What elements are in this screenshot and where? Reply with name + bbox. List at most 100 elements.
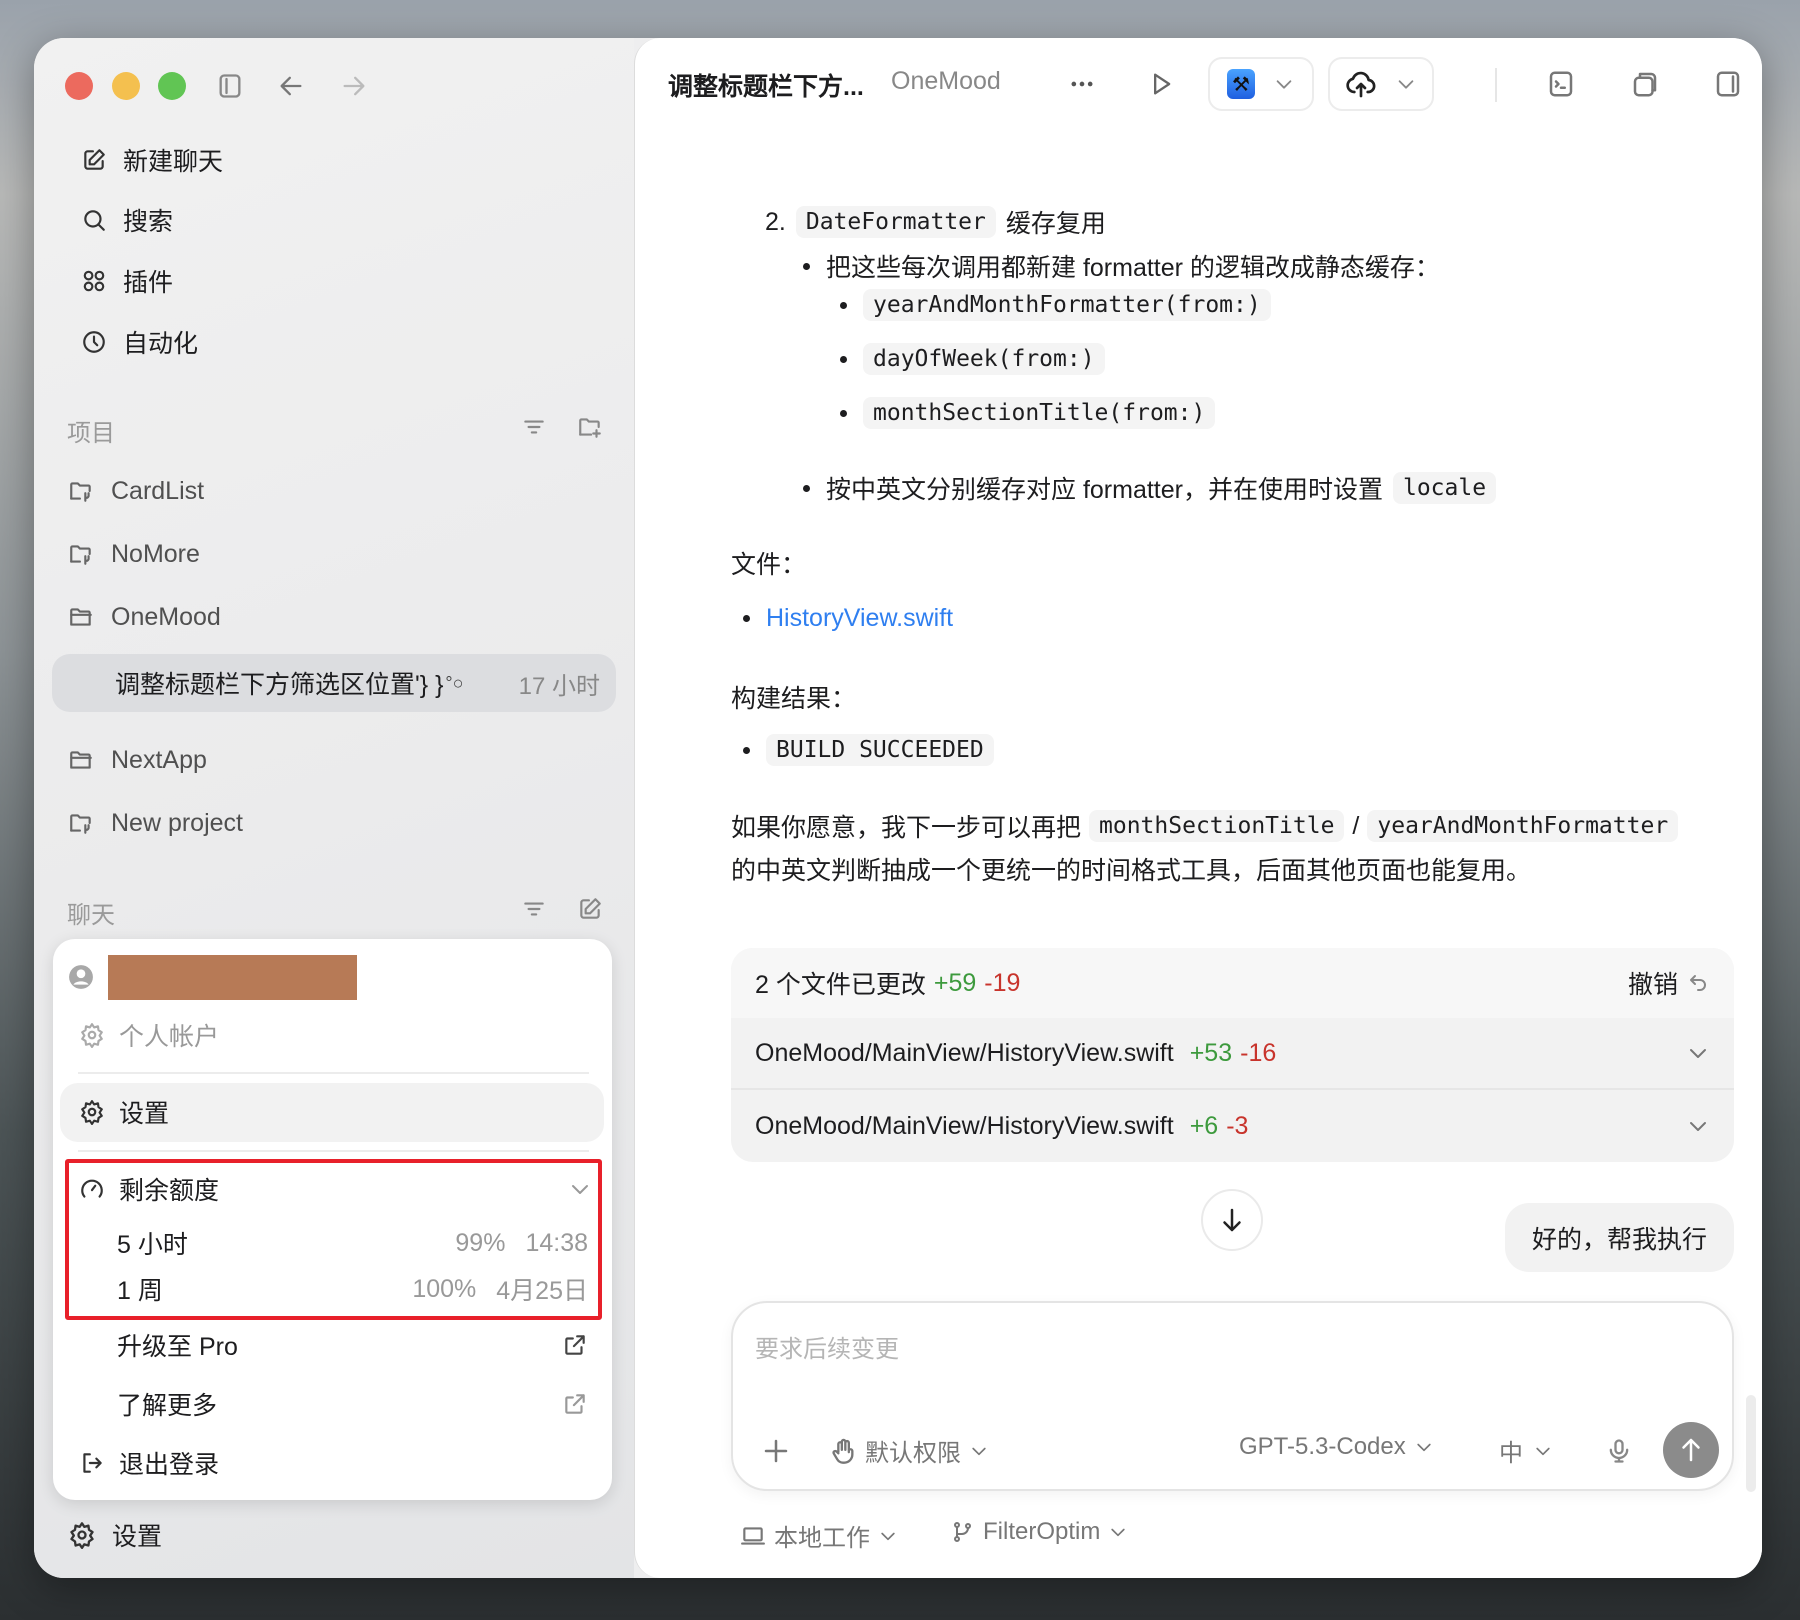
gauge-icon [79, 1176, 105, 1202]
folder-branch-icon [67, 541, 95, 567]
folder-open-icon [67, 604, 95, 630]
chevron-down-icon [1686, 1041, 1710, 1065]
right-panel-toggle-icon[interactable] [1713, 69, 1743, 99]
copy-window-icon[interactable] [1629, 69, 1661, 99]
redacted-email [108, 955, 357, 1000]
nav-search[interactable]: 搜索 [81, 200, 173, 240]
sidebar-settings[interactable]: 设置 [68, 1515, 162, 1555]
changed-file-row[interactable]: OneMood/MainView/HistoryView.swift +53 -16 [731, 1018, 1734, 1090]
project-nextapp[interactable]: NextApp [67, 740, 207, 780]
minimize-window-button[interactable] [112, 72, 140, 100]
arrow-up-icon [1676, 1435, 1706, 1465]
chevron-down-icon [1273, 73, 1295, 95]
filter-icon[interactable] [521, 414, 547, 440]
chevron-down-icon [1108, 1522, 1128, 1542]
files-label: 文件： [731, 551, 807, 579]
menu-upgrade-pro[interactable]: 升级至 Pro [117, 1325, 588, 1365]
nav-new-chat[interactable]: 新建聊天 [81, 140, 223, 180]
clock-icon [81, 329, 107, 355]
upload-button[interactable] [1328, 57, 1434, 111]
more-icon[interactable] [1067, 70, 1097, 98]
build-result-item: BUILD SUCCEEDED [743, 734, 994, 766]
microphone-icon[interactable] [1605, 1435, 1633, 1467]
cloud-upload-icon [1345, 68, 1377, 100]
typing-indicator-icon: °○ [445, 672, 464, 693]
thread-title: 调整标题栏下方... [668, 73, 864, 101]
model-selector[interactable]: GPT-5.3-Codex [1239, 1433, 1434, 1461]
permission-selector[interactable]: 默认权限 [829, 1433, 989, 1468]
bullet-locale: 按中英文分别缓存对应 formatter，并在使用时设置 locale [803, 470, 1497, 506]
plugins-icon [81, 268, 107, 294]
chevron-down-icon [1395, 73, 1417, 95]
xcode-open-button[interactable]: ⚒ [1208, 57, 1314, 111]
bullet-static-cache: 把这些每次调用都新建 formatter 的逻辑改成静态缓存： [803, 248, 1440, 284]
projects-header: 项目 [67, 420, 115, 447]
xcode-hammer-icon: ⚒ [1227, 69, 1255, 99]
send-button[interactable] [1663, 1422, 1719, 1478]
scroll-to-bottom-button[interactable] [1201, 1189, 1263, 1251]
nav-automation[interactable]: 自动化 [81, 322, 198, 362]
followup-paragraph-line1: 如果你愿意，我下一步可以再把 monthSectionTitle / yearAndM… [731, 808, 1679, 844]
file-link[interactable]: HistoryView.swift [766, 604, 953, 633]
branch-selector[interactable]: FilterOptim [951, 1518, 1128, 1546]
account-menu: 个人帐户 设置 剩余额度 5 小时 99% 14:38 1 周 100% 4月25日 升… [53, 939, 612, 1500]
undo-icon [1686, 971, 1710, 995]
chevron-down-icon [1414, 1437, 1434, 1457]
plus-icon[interactable] [761, 1436, 791, 1466]
divider [1495, 68, 1497, 102]
sidebar-toggle-icon[interactable] [216, 71, 244, 101]
chevron-down-icon [568, 1177, 592, 1201]
filter-icon[interactable] [521, 896, 547, 922]
edit-icon [81, 147, 107, 173]
menu-learn-more[interactable]: 了解更多 [117, 1384, 588, 1424]
new-folder-icon[interactable] [577, 414, 603, 440]
user-avatar-icon [68, 964, 94, 990]
git-branch-icon [951, 1519, 975, 1545]
terminal-icon[interactable] [1546, 69, 1576, 99]
menu-logout[interactable]: 退出登录 [79, 1443, 592, 1483]
effort-selector[interactable]: 中 [1499, 1433, 1553, 1468]
sidebar: 新建聊天 搜索 插件 自动化 项目 CardList NoMore OneMoo… [34, 38, 634, 1578]
project-new-project[interactable]: New project [67, 803, 243, 843]
project-onemood[interactable]: OneMood [67, 597, 221, 637]
composer-input[interactable]: 要求后续变更 [755, 1329, 899, 1364]
build-label: 构建结果： [731, 685, 857, 713]
gear-icon [79, 1022, 105, 1048]
project-cardlist[interactable]: CardList [67, 471, 204, 511]
menu-settings[interactable]: 设置 [79, 1092, 592, 1132]
sub-bullet: yearAndMonthFormatter(from:) [840, 289, 1271, 321]
chevron-down-icon [969, 1441, 989, 1461]
folder-branch-icon [67, 478, 95, 504]
back-arrow-icon[interactable] [276, 72, 306, 100]
chat-item-active[interactable]: 调整标题栏下方筛选区位置'} } °○ 17 小时 [52, 654, 616, 712]
folder-branch-icon [67, 810, 95, 836]
project-nomore[interactable]: NoMore [67, 534, 200, 574]
scrollbar[interactable] [1746, 1395, 1756, 1492]
chevron-down-icon [878, 1526, 898, 1546]
run-icon[interactable] [1147, 70, 1175, 98]
divider [78, 1150, 589, 1152]
changes-card: 2 个文件已更改 +59 -19 撤销 OneMood/MainView/Histo… [731, 948, 1734, 1162]
close-window-button[interactable] [65, 72, 93, 100]
list-item-2: 2. DateFormatter 缓存复用 [765, 206, 1106, 238]
file-item: HistoryView.swift [743, 604, 953, 633]
undo-button[interactable]: 撤销 [1628, 965, 1710, 1001]
workspace-selector[interactable]: 本地工作 [740, 1518, 898, 1553]
chevron-down-icon [1686, 1114, 1710, 1138]
main-panel: 调整标题栏下方... OneMood ⚒ 2. DateFormatter 缓存复用… [634, 38, 1762, 1578]
nav-plugins[interactable]: 插件 [81, 261, 173, 301]
chevron-down-icon [1533, 1441, 1553, 1461]
hand-icon [829, 1437, 857, 1465]
changed-file-row[interactable]: OneMood/MainView/HistoryView.swift +6 -3 [731, 1090, 1734, 1162]
sub-bullet: monthSectionTitle(from:) [840, 397, 1216, 429]
zoom-window-button[interactable] [158, 72, 186, 100]
menu-personal-account[interactable]: 个人帐户 [79, 1015, 592, 1055]
forward-arrow-icon[interactable] [339, 72, 369, 100]
quota-row-1w: 1 周 100% 4月25日 [117, 1274, 588, 1306]
user-message-bubble: 好的，帮我执行 [1505, 1203, 1734, 1272]
new-chat-icon[interactable] [577, 896, 603, 922]
external-link-icon [562, 1332, 588, 1358]
divider [78, 1072, 589, 1074]
menu-quota[interactable]: 剩余额度 [79, 1169, 592, 1209]
changes-summary: 2 个文件已更改 +59 -19 撤销 [731, 948, 1734, 1018]
